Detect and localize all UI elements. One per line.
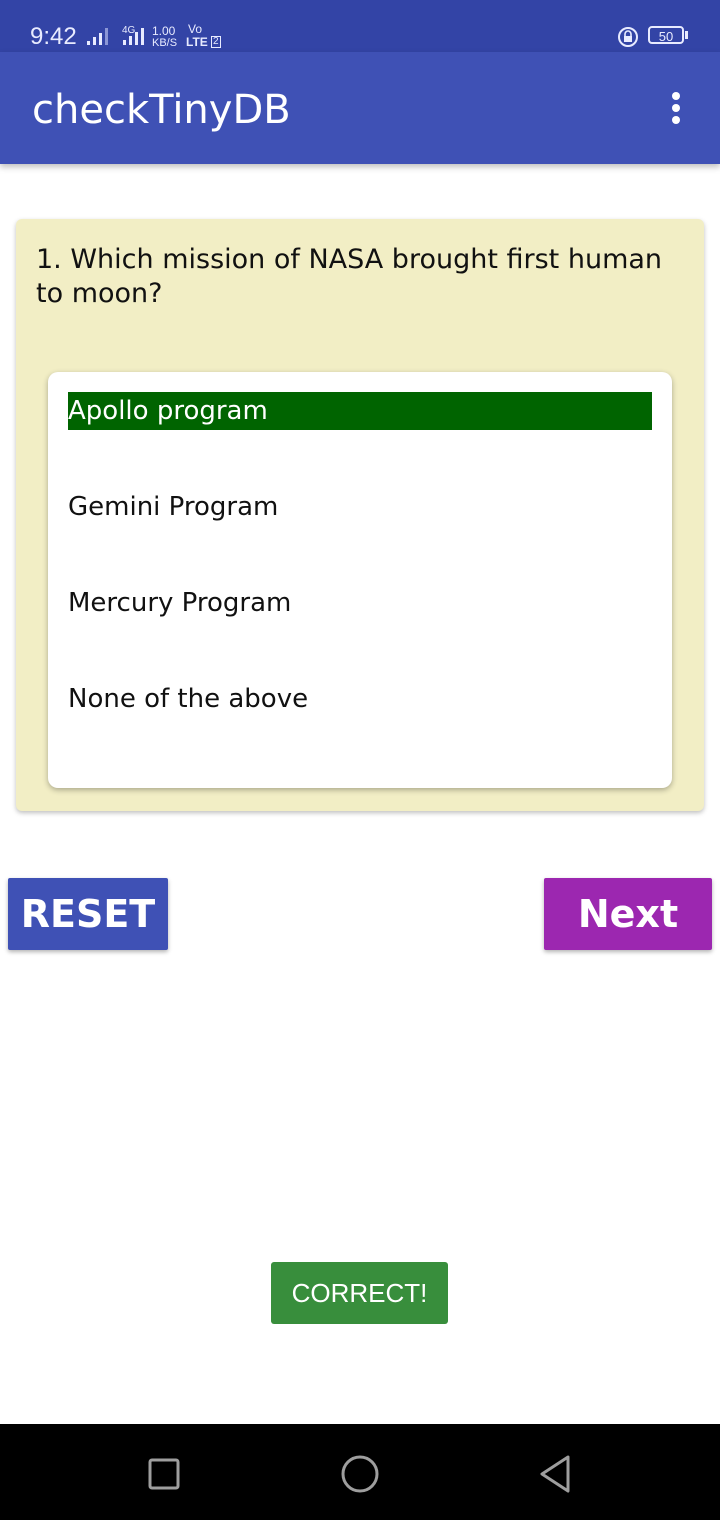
speed-unit: KB/S — [152, 37, 178, 49]
back-icon[interactable] — [534, 1452, 578, 1496]
home-icon[interactable] — [338, 1452, 382, 1496]
result-toast: CORRECT! — [271, 1262, 448, 1324]
recents-icon[interactable] — [142, 1452, 186, 1496]
battery-tip — [685, 31, 688, 39]
option-gemini[interactable]: Gemini Program — [68, 488, 652, 526]
status-time: 9:42 — [30, 23, 77, 50]
signal-icon — [87, 28, 108, 45]
options-list: Apollo program Gemini Program Mercury Pr… — [48, 372, 672, 788]
battery-icon: 50 — [648, 26, 684, 44]
battery-level: 50 — [658, 29, 674, 44]
signal-4g-icon — [123, 28, 144, 45]
option-mercury[interactable]: Mercury Program — [68, 584, 652, 622]
more-vert-icon — [660, 86, 692, 124]
app-bar: checkTinyDB — [0, 52, 720, 164]
reset-button[interactable]: RESET — [8, 878, 168, 950]
volte-top: Vo — [188, 22, 203, 36]
status-bar: 9:42 4G 1.00 KB/S Vo LTE 2 50 — [0, 0, 720, 52]
question-card: 1. Which mission of NASA brought first h… — [16, 219, 704, 811]
option-none[interactable]: None of the above — [68, 680, 652, 718]
volte-bottom: LTE — [186, 35, 208, 49]
sim-slot: 2 — [211, 36, 221, 48]
overflow-menu-button[interactable] — [660, 86, 692, 134]
speed-value: 1.00 — [152, 24, 176, 38]
question-text: 1. Which mission of NASA brought first h… — [36, 244, 663, 309]
next-button[interactable]: Next >> — [544, 878, 712, 1008]
navigation-bar — [0, 1424, 720, 1520]
option-apollo[interactable]: Apollo program — [68, 392, 652, 430]
app-title: checkTinyDB — [32, 87, 291, 133]
rotation-lock-icon — [618, 27, 638, 47]
